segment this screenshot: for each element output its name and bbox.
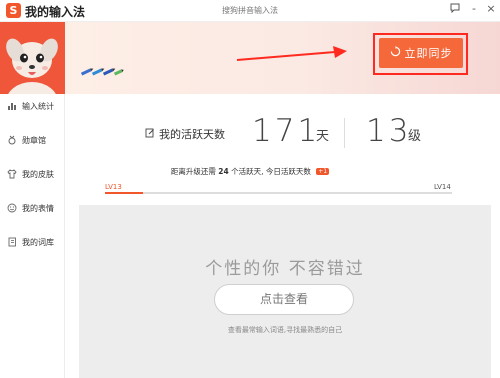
level-progress-fill — [105, 192, 144, 194]
close-button[interactable]: × — [485, 3, 497, 15]
title-bar: S 我的输入法 搜狗拼音输入法 - × — [0, 0, 500, 22]
smiley-icon — [6, 203, 17, 214]
current-level-label: LV13 — [105, 183, 122, 191]
level-value: 13 — [366, 113, 412, 149]
sidebar-item-dictionary[interactable]: 我的词库 — [6, 234, 64, 250]
level-progress-bar — [105, 192, 452, 194]
sync-now-button[interactable]: 立即同步 — [379, 38, 463, 68]
dog-mascot-icon — [6, 38, 58, 94]
stats-divider — [344, 118, 345, 148]
arrow-icon — [236, 46, 347, 61]
bar-chart-icon — [6, 101, 17, 112]
days-unit: 天 — [316, 129, 330, 144]
next-level-label: LV14 — [434, 183, 451, 191]
sidebar-item-label: 输入统计 — [22, 101, 54, 111]
promo-card: 个性的你 不容错过 点击查看 查看最常输入词语,寻找最熟悉的自己 — [79, 205, 491, 378]
sidebar-item-label: 我的表情 — [22, 203, 54, 213]
level-unit: 级 — [408, 129, 422, 144]
sync-button-label: 立即同步 — [404, 47, 453, 60]
promo-subtitle: 查看最常输入词语,寻找最熟悉的自己 — [227, 326, 343, 334]
sidebar-item-input-stats[interactable]: 输入统计 — [6, 98, 64, 114]
sidebar-item-emoticons[interactable]: 我的表情 — [6, 200, 64, 216]
edit-note-icon — [145, 128, 155, 141]
upgrade-info: 距离升级还需 24 个活跃天, 今日活跃天数 +1 — [0, 166, 500, 177]
active-days-value: 171 — [252, 113, 321, 149]
promo-slogan: 个性的你 不容错过 — [205, 259, 365, 279]
sidebar-item-medals[interactable]: 勋章馆 — [6, 132, 64, 148]
window-caption: 搜狗拼音输入法 — [222, 6, 278, 15]
dictionary-icon — [6, 237, 17, 248]
medal-icon — [6, 135, 17, 146]
speech-bubble-icon[interactable] — [449, 3, 461, 15]
today-active-label: 今日活跃天数 — [265, 167, 311, 176]
view-button[interactable]: 点击查看 — [214, 284, 354, 315]
days-needed: 24 — [218, 167, 229, 176]
minimize-button[interactable]: - — [468, 3, 480, 15]
upgrade-prefix: 距离升级还需 — [170, 167, 216, 176]
active-days-label: 我的活跃天数 — [145, 126, 225, 142]
today-badge: +1 — [316, 168, 330, 175]
upgrade-middle: 个活跃天, — [231, 167, 264, 176]
refresh-circle-icon — [390, 46, 401, 60]
sidebar: 输入统计 勋章馆 我的皮肤 我的表情 我的词库 — [0, 94, 65, 378]
sidebar-item-label: 我的词库 — [22, 237, 54, 247]
mascot-avatar[interactable] — [0, 22, 65, 94]
pencils-icon — [80, 62, 124, 81]
sidebar-item-label: 勋章馆 — [22, 135, 46, 145]
active-days-label-text: 我的活跃天数 — [159, 128, 225, 141]
